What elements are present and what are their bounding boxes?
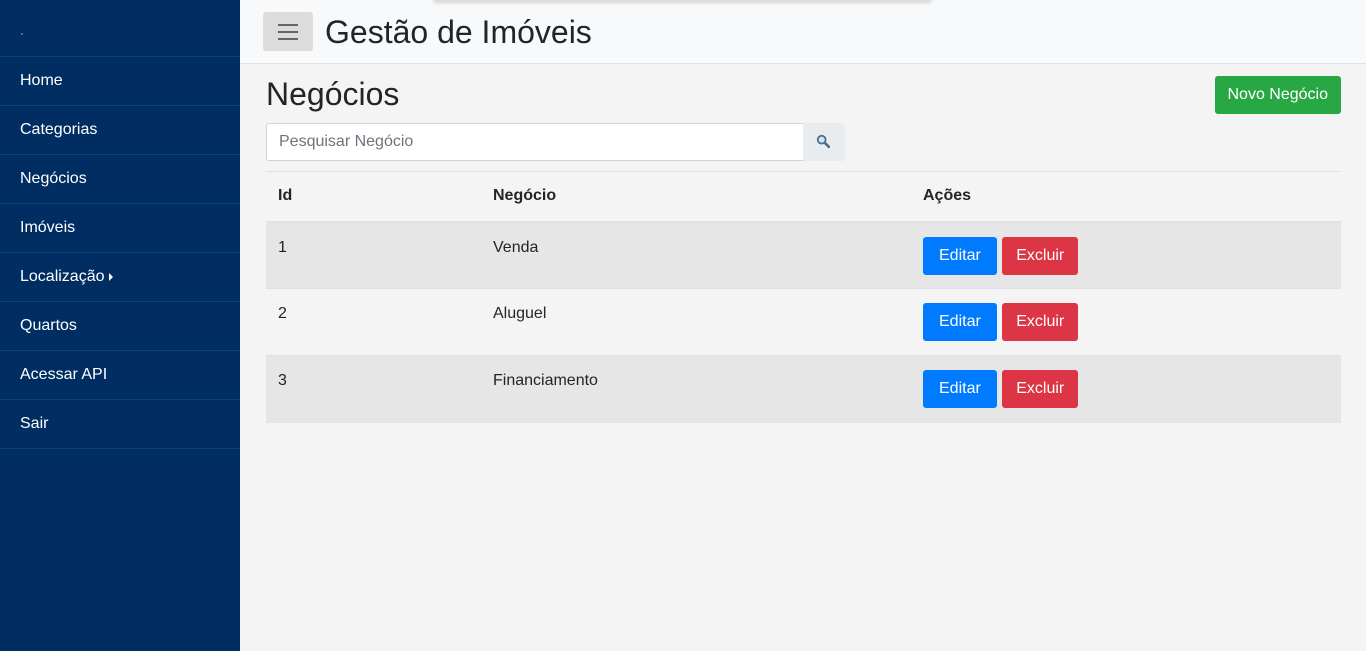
sidebar-item-negocios[interactable]: Negócios [0,155,240,204]
sidebar-item-imoveis[interactable]: Imóveis [0,204,240,253]
cell-actions: Editar Excluir [911,221,1341,289]
column-header-id: Id [266,171,481,223]
cell-name: Aluguel [481,288,911,356]
sidebar-item-label: Acessar API [20,366,108,383]
table-row: 3 Financiamento Editar Excluir [266,355,1341,423]
sidebar-item-localizacao[interactable]: Localização [0,253,240,302]
sidebar-item-acessar-api[interactable]: Acessar API [0,351,240,400]
sidebar-item-categorias[interactable]: Categorias [0,106,240,155]
sidebar-brand [0,0,240,57]
sidebar-item-label: Sair [20,415,49,432]
sidebar-item-label: Imóveis [20,219,76,236]
caret-right-icon [108,273,113,281]
sidebar-item-home[interactable]: Home [0,57,240,106]
menu-toggle-button[interactable] [263,12,313,51]
sidebar-item-sair[interactable]: Sair [0,400,240,449]
business-table: Id Negócio Ações 1 Venda Editar Excluir … [266,171,1341,423]
table-row: 1 Venda Editar Excluir [266,221,1341,289]
sidebar-item-label: Localização [20,268,105,285]
column-header-acoes: Ações [911,171,1341,223]
app-title: Gestão de Imóveis [325,14,592,50]
cell-id: 3 [266,355,481,423]
search-button[interactable] [803,123,845,161]
sidebar-item-label: Categorias [20,121,98,138]
cell-name: Financiamento [481,355,911,423]
magnifier-icon [816,134,830,148]
sidebar-item-label: Negócios [20,170,87,187]
delete-button[interactable]: Excluir [1002,303,1079,341]
edit-button[interactable]: Editar [923,370,997,408]
sidebar-item-quartos[interactable]: Quartos [0,302,240,351]
search-input[interactable] [266,123,804,161]
top-navbar: Gestão de Imóveis [240,0,1366,64]
cell-name: Venda [481,221,911,289]
hamburger-icon [278,24,298,26]
sidebar-item-label: Quartos [20,317,77,334]
column-header-negocio: Negócio [481,171,911,223]
new-business-button[interactable]: Novo Negócio [1214,76,1341,114]
delete-button[interactable]: Excluir [1002,236,1079,275]
table-header-row: Id Negócio Ações [266,171,1341,223]
table-row: 2 Aluguel Editar Excluir [266,288,1341,356]
sidebar-item-label: Home [20,72,63,89]
edit-button[interactable]: Editar [923,236,997,275]
edit-button[interactable]: Editar [923,303,997,341]
cell-actions: Editar Excluir [911,355,1341,423]
cell-id: 2 [266,288,481,356]
delete-button[interactable]: Excluir [1002,370,1079,408]
cell-actions: Editar Excluir [911,288,1341,356]
page-title: Negócios [266,76,400,112]
cell-id: 1 [266,221,481,289]
sidebar: Home Categorias Negócios Imóveis Localiz… [0,0,240,651]
